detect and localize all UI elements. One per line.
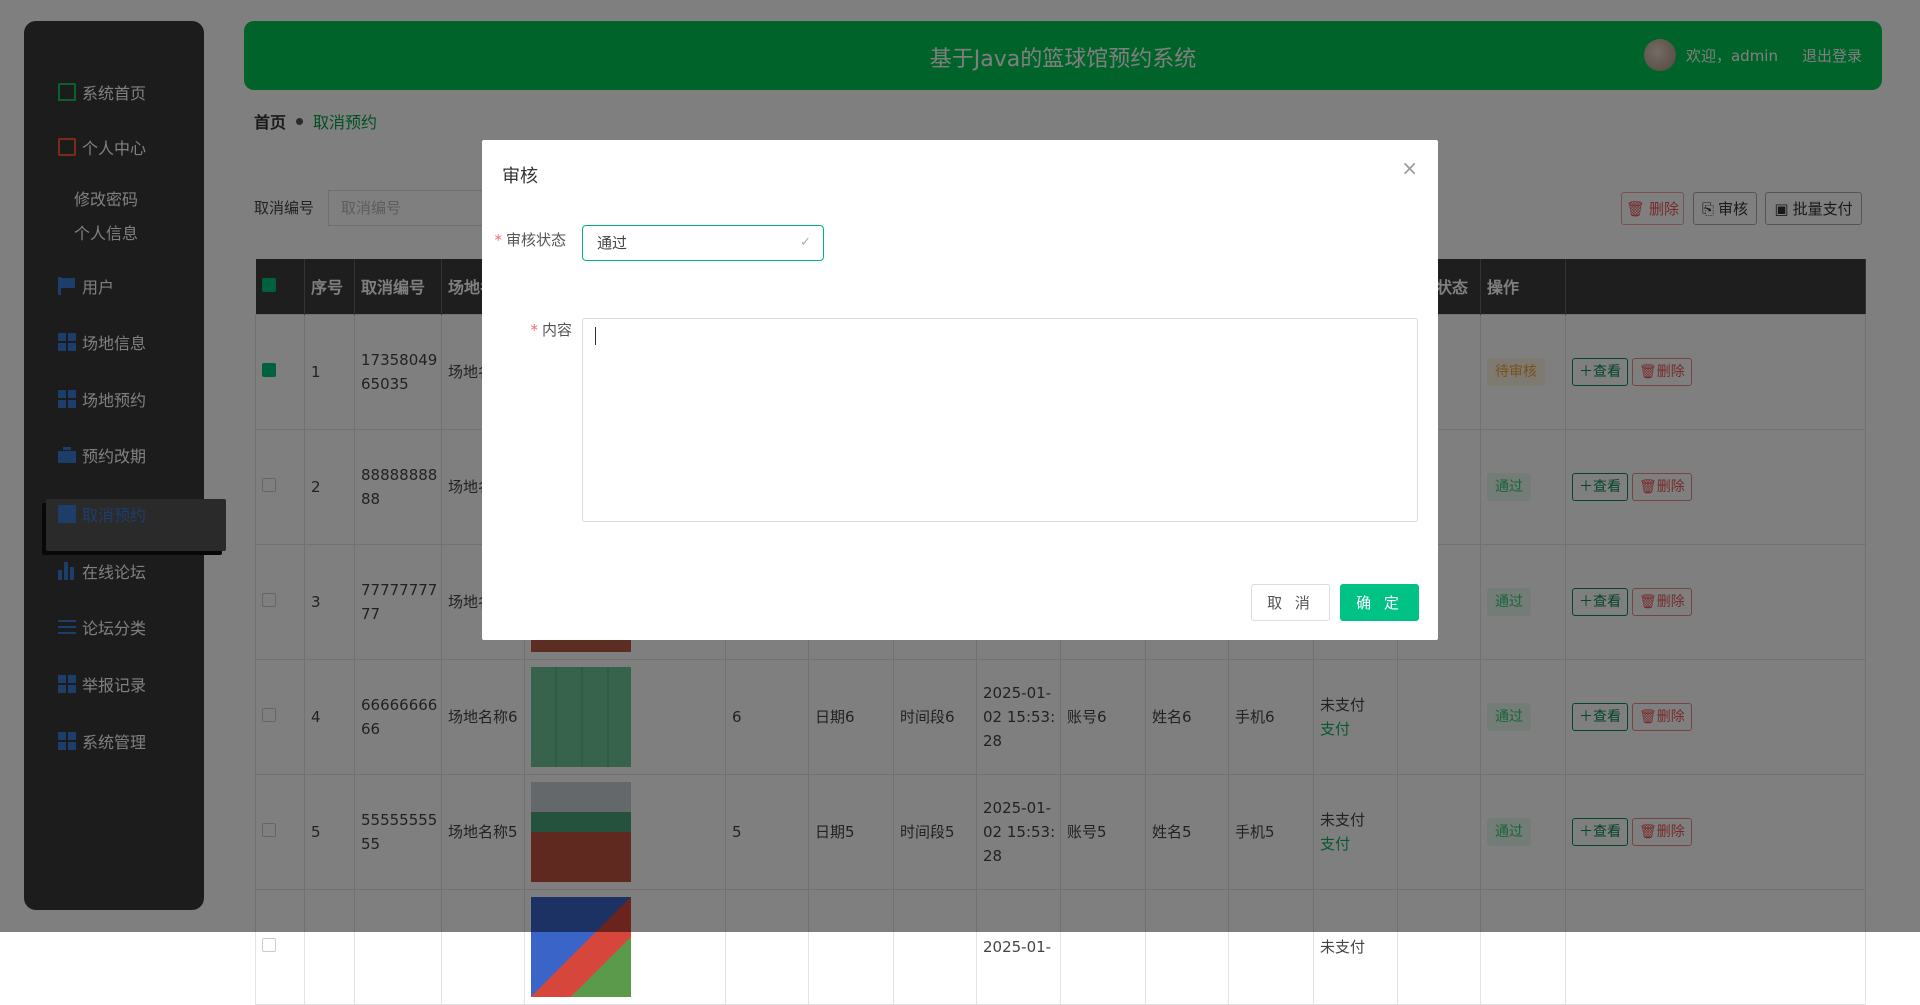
status-label-text: 审核状态 — [505, 231, 566, 249]
close-icon[interactable]: × — [1401, 156, 1418, 180]
content-textarea[interactable] — [582, 318, 1418, 522]
status-label: * 审核状态 — [494, 231, 566, 249]
chevron-down-icon: ✓ — [800, 235, 811, 250]
content-label-text: 内容 — [541, 321, 572, 339]
cancel-button[interactable]: 取 消 — [1251, 584, 1330, 621]
status-select[interactable]: 通过 ✓ — [582, 225, 824, 261]
dialog-title: 审核 — [502, 166, 538, 187]
pay-status: 未支付 — [1320, 937, 1366, 956]
row-checkbox[interactable] — [262, 937, 276, 952]
content-label: * 内容 — [530, 321, 572, 339]
text-caret — [595, 327, 596, 345]
status-select-value: 通过 — [597, 234, 628, 252]
confirm-button[interactable]: 确 定 — [1340, 584, 1419, 621]
review-dialog: 审核 × * 审核状态 通过 ✓ * 内容 取 消 确 定 — [482, 140, 1438, 640]
